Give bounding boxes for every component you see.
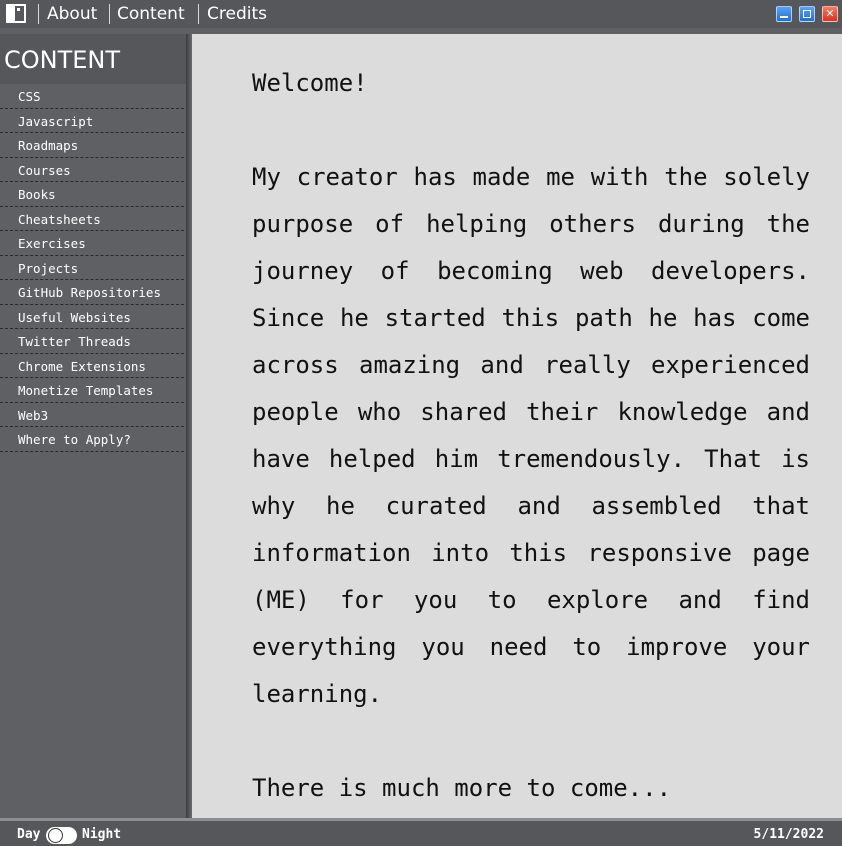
sidebar-list: CSS Javascript Roadmaps Courses Books Ch… <box>0 85 189 453</box>
sidebar-item-web3[interactable]: Web3 <box>0 404 189 427</box>
nav-separator <box>109 4 110 24</box>
nav-separator <box>38 4 39 24</box>
sidebar-item-github-repositories[interactable]: GitHub Repositories <box>0 281 189 305</box>
bottom-bar: Day Night 5/11/2022 <box>0 818 842 846</box>
welcome-heading: Welcome! <box>252 69 368 97</box>
sidebar-item-exercises[interactable]: Exercises <box>0 232 189 256</box>
sidebar-item-cheatsheets[interactable]: Cheatsheets <box>0 208 189 231</box>
sidebar-item-courses[interactable]: Courses <box>0 159 189 182</box>
nav-separator <box>198 4 199 24</box>
toggle-knob[interactable] <box>48 828 63 843</box>
main-text: Welcome! My creator has made me with the… <box>252 60 810 812</box>
night-label: Night <box>82 827 122 842</box>
close-button[interactable]: ✕ <box>822 6 838 22</box>
minimize-button[interactable] <box>776 6 792 22</box>
sidebar-title: CONTENT <box>0 34 186 84</box>
window-icon[interactable] <box>6 4 26 23</box>
sidebar-item-useful-websites[interactable]: Useful Websites <box>0 306 189 329</box>
sidebar-item-css[interactable]: CSS <box>0 85 189 109</box>
more-to-come-text: There is much more to come... <box>252 774 672 802</box>
date-display: 5/11/2022 <box>753 827 824 842</box>
intro-paragraph: My creator has made me with the solely p… <box>252 163 810 708</box>
nav-credits-link[interactable]: Credits <box>207 4 267 24</box>
day-label: Day <box>17 827 41 842</box>
sidebar-item-books[interactable]: Books <box>0 183 189 207</box>
maximize-icon <box>803 10 811 18</box>
sidebar-item-projects[interactable]: Projects <box>0 257 189 280</box>
sidebar-item-twitter-threads[interactable]: Twitter Threads <box>0 330 189 354</box>
sidebar-item-monetize-templates[interactable]: Monetize Templates <box>0 379 189 403</box>
sidebar-item-roadmaps[interactable]: Roadmaps <box>0 134 189 158</box>
main-content: Welcome! My creator has made me with the… <box>192 34 842 818</box>
sidebar: CONTENT CSS Javascript Roadmaps Courses … <box>0 34 189 818</box>
nav-about-link[interactable]: About <box>47 4 97 24</box>
close-icon: ✕ <box>825 7 835 20</box>
sidebar-item-where-to-apply[interactable]: Where to Apply? <box>0 428 189 452</box>
minimize-icon <box>780 16 788 18</box>
sidebar-item-chrome-extensions[interactable]: Chrome Extensions <box>0 355 189 378</box>
top-bar: About Content Credits ✕ <box>0 0 842 28</box>
sidebar-item-javascript[interactable]: Javascript <box>0 110 189 133</box>
theme-toggle[interactable] <box>46 827 77 844</box>
maximize-button[interactable] <box>799 6 815 22</box>
nav-content-link[interactable]: Content <box>117 4 185 24</box>
